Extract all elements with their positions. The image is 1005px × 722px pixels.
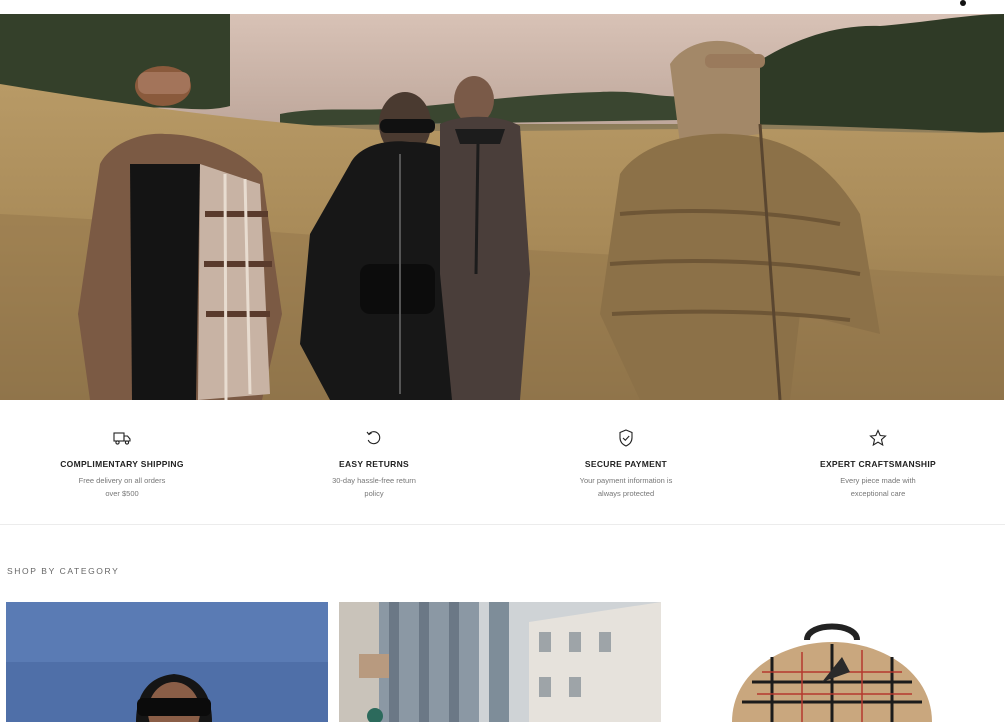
category-image (6, 602, 328, 722)
feature-title: COMPLIMENTARY SHIPPING (60, 459, 184, 469)
person-3 (440, 76, 530, 400)
feature-description: Your payment information is always prote… (579, 476, 673, 498)
hero-banner[interactable] (0, 14, 1004, 400)
feature-shipping: COMPLIMENTARY SHIPPING Free delivery on … (12, 428, 232, 500)
feature-payment: SECURE PAYMENT Your payment information … (516, 428, 736, 500)
hero-image (0, 14, 1004, 400)
return-icon (366, 431, 381, 445)
menu-dot-icon[interactable] (960, 0, 966, 6)
category-card-3[interactable] (672, 602, 994, 722)
feature-description: 30-day hassle-free return policy (332, 476, 416, 498)
truck-icon (113, 432, 131, 445)
category-card-2[interactable] (339, 602, 661, 722)
category-image (672, 602, 994, 722)
category-image (339, 602, 661, 722)
feature-description: Free delivery on all orders over $500 (78, 476, 166, 498)
feature-returns: EASY RETURNS 30-day hassle-free return p… (264, 428, 484, 500)
shield-check-icon (619, 429, 633, 447)
feature-craftsmanship: EXPERT CRAFTSMANSHIP Every piece made wi… (768, 428, 988, 500)
star-icon (869, 429, 887, 447)
feature-title: EASY RETURNS (338, 459, 410, 469)
shop-by-category-heading: SHOP BY CATEGORY (7, 566, 120, 576)
feature-description: Every piece made with exceptional care (840, 476, 916, 498)
feature-title: EXPERT CRAFTSMANSHIP (819, 459, 937, 469)
features-strip: COMPLIMENTARY SHIPPING Free delivery on … (0, 400, 1005, 525)
category-card-1[interactable] (6, 602, 328, 722)
feature-title: SECURE PAYMENT (584, 459, 668, 469)
top-bar (0, 0, 1005, 14)
